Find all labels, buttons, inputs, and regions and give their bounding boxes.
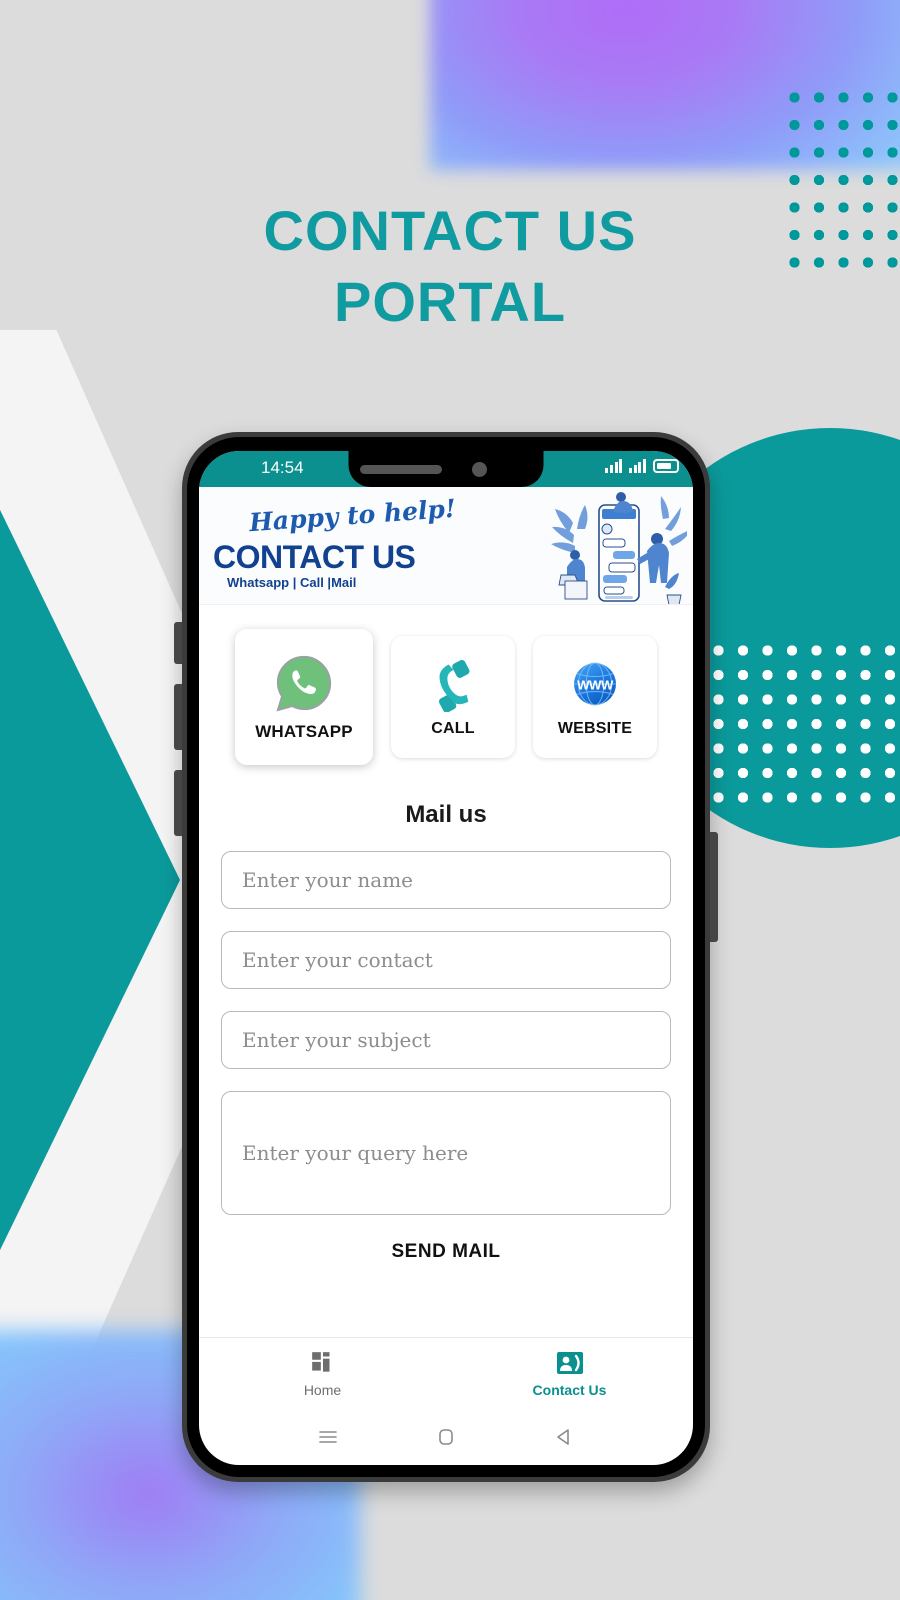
mail-form-section: Mail us Enter your name Enter your conta… xyxy=(199,783,693,1337)
contact-card-icon xyxy=(556,1351,583,1374)
input-contact[interactable]: Enter your contact xyxy=(221,931,671,989)
phone-bezel: 14:54 Happy to help! CONTACT US Whatsapp… xyxy=(187,437,705,1477)
whatsapp-icon xyxy=(276,655,332,712)
contact-banner: Happy to help! CONTACT US Whatsapp | Cal… xyxy=(199,487,693,605)
status-bar-clock: 14:54 xyxy=(261,458,304,477)
signal-bars-icon xyxy=(605,459,623,473)
card-whatsapp-label: WHATSAPP xyxy=(255,722,353,741)
signal-bars-icon-2 xyxy=(629,459,646,473)
card-website[interactable]: WWW WEBSITE xyxy=(533,636,657,758)
input-query[interactable]: Enter your query here xyxy=(221,1091,671,1215)
front-camera-icon xyxy=(472,462,487,477)
contact-action-cards: WHATSAPP CALL WWW WEBSITE xyxy=(199,605,693,783)
input-query-placeholder: Enter your query here xyxy=(242,1141,469,1165)
menu-hamburger-icon[interactable] xyxy=(316,1425,340,1449)
banner-subtitle: Whatsapp | Call |Mail xyxy=(227,575,357,590)
status-bar: 14:54 xyxy=(199,451,693,487)
phone-button-silent[interactable] xyxy=(174,622,182,664)
customer-support-chat-illustration xyxy=(551,492,687,604)
battery-icon xyxy=(653,459,679,473)
card-website-label: WEBSITE xyxy=(557,720,633,737)
dashboard-grid-icon xyxy=(311,1351,329,1372)
page-title-line-1: CONTACT US xyxy=(263,199,637,262)
page-title: CONTACT US PORTAL xyxy=(0,196,900,337)
banner-script-text: Happy to help! xyxy=(248,493,457,538)
bottom-navigation-bar: Home Contact Us xyxy=(199,1337,693,1409)
input-name[interactable]: Enter your name xyxy=(221,851,671,909)
banner-title: CONTACT US xyxy=(213,539,416,575)
input-name-placeholder: Enter your name xyxy=(242,868,414,892)
phone-screen: 14:54 Happy to help! CONTACT US Whatsapp… xyxy=(199,451,693,1465)
input-subject[interactable]: Enter your subject xyxy=(221,1011,671,1069)
nav-item-home[interactable]: Home xyxy=(199,1350,446,1398)
back-triangle-icon[interactable] xyxy=(552,1425,576,1449)
mail-us-heading: Mail us xyxy=(405,801,487,828)
globe-www-icon: WWW xyxy=(574,662,616,706)
nav-item-home-label: Home xyxy=(303,1381,342,1398)
card-whatsapp[interactable]: WHATSAPP xyxy=(235,629,373,765)
nav-item-contact-us-label: Contact Us xyxy=(532,1381,607,1398)
input-subject-placeholder: Enter your subject xyxy=(242,1028,431,1052)
nav-item-contact-us[interactable]: Contact Us xyxy=(446,1350,693,1398)
status-bar-icons xyxy=(605,459,679,473)
send-mail-button[interactable]: SEND MAIL xyxy=(221,1237,671,1263)
page-title-line-2: PORTAL xyxy=(333,269,567,333)
card-call[interactable]: CALL xyxy=(391,636,515,758)
card-call-label: CALL xyxy=(431,720,475,737)
android-navigation-bar xyxy=(199,1409,693,1465)
phone-mockup: 14:54 Happy to help! CONTACT US Whatsapp… xyxy=(174,432,718,1482)
phone-button-volume-up[interactable] xyxy=(174,684,182,750)
input-contact-placeholder: Enter your contact xyxy=(242,948,433,972)
phone-handset-icon xyxy=(438,659,470,712)
dot-grid-right xyxy=(713,645,900,817)
earpiece-speaker xyxy=(360,465,442,474)
home-square-icon[interactable] xyxy=(434,1425,458,1449)
phone-button-power[interactable] xyxy=(710,832,718,942)
svg-text:WWW: WWW xyxy=(577,677,614,692)
phone-button-volume-down[interactable] xyxy=(174,770,182,836)
